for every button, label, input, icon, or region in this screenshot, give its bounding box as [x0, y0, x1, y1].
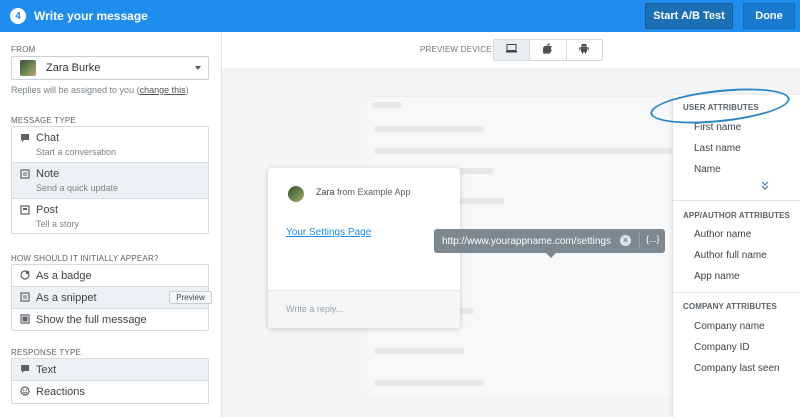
message-type-note[interactable]: Note Send a quick update [12, 163, 208, 199]
author-avatar [288, 186, 304, 202]
note-icon [20, 169, 30, 179]
badge-icon [20, 270, 30, 280]
replies-close: ) [185, 85, 189, 95]
appear-badge-option[interactable]: As a badge [12, 265, 208, 287]
divider [673, 292, 800, 293]
placeholder-bar [372, 102, 402, 108]
card-author-line: Zara from Example App [316, 187, 411, 197]
author-from: from Example App [337, 187, 411, 197]
from-name: Zara Burke [46, 62, 101, 74]
response-text-option[interactable]: Text [12, 359, 208, 381]
change-assignee-link[interactable]: change this [140, 85, 186, 95]
caret-down-icon [195, 66, 201, 70]
placeholder-bar [374, 126, 484, 132]
tooltip-arrow [546, 253, 556, 258]
settings-page-link[interactable]: Your Settings Page [286, 227, 371, 238]
attribute-item[interactable]: Author full name [694, 250, 767, 261]
reply-input[interactable]: Write a reply... [286, 304, 343, 314]
attribute-item[interactable]: Name [694, 164, 721, 175]
clear-link-icon[interactable]: × [620, 235, 631, 246]
message-type-label: MESSAGE TYPE [11, 116, 76, 125]
placeholder-bar [374, 380, 484, 386]
response-reactions-option[interactable]: Reactions [12, 381, 208, 403]
snippet-preview-button[interactable]: Preview [169, 291, 212, 304]
device-android-button[interactable] [567, 40, 602, 60]
author-name: Zara [316, 187, 335, 197]
android-icon [579, 43, 590, 57]
placeholder-bar [374, 148, 674, 154]
app-attributes-header: APP/AUTHOR ATTRIBUTES [683, 211, 790, 220]
appear-full-option[interactable]: Show the full message [12, 309, 208, 331]
message-type-title: Note [36, 168, 60, 180]
snippet-icon [20, 292, 30, 302]
appear-option-label: Show the full message [36, 314, 147, 326]
done-button[interactable]: Done [743, 3, 795, 29]
preview-device-label: PREVIEW DEVICE [420, 45, 492, 54]
message-type-subtitle: Tell a story [36, 219, 80, 229]
message-type-title: Post [36, 204, 59, 216]
from-select[interactable]: Zara Burke [11, 56, 209, 80]
preview-device-switcher [493, 39, 603, 61]
message-settings-panel: FROM Zara Burke Replies will be assigned… [0, 32, 222, 417]
company-attributes-header: COMPANY ATTRIBUTES [683, 302, 777, 311]
desktop-icon [506, 44, 518, 56]
link-url-input[interactable]: http://www.yourappname.com/settings [442, 236, 611, 247]
device-desktop-button[interactable] [494, 40, 531, 60]
reply-footer: Write a reply... [268, 290, 460, 328]
replies-text: Replies will be assigned to you ( [11, 85, 140, 95]
smiley-icon [20, 386, 30, 396]
appear-group: As a badge As a snippet Preview Show the… [11, 264, 212, 331]
insert-attribute-button[interactable]: {...} [646, 234, 660, 244]
placeholder-bar [374, 348, 464, 354]
text-bubble-icon [20, 364, 30, 374]
appear-option-label: As a badge [36, 270, 92, 282]
attribute-item[interactable]: Company name [694, 321, 765, 332]
apple-icon [542, 43, 553, 57]
show-more-icon[interactable] [761, 181, 769, 194]
link-editor-tooltip: http://www.yourappname.com/settings × {.… [434, 229, 665, 258]
top-bar: 4 Write your message Start A/B Test Done [0, 0, 800, 32]
message-type-subtitle: Start a conversation [36, 147, 117, 157]
attributes-dropdown: USER ATTRIBUTES First name Last name Nam… [672, 95, 800, 417]
appear-snippet-option[interactable]: As a snippet Preview [12, 287, 212, 309]
message-type-post[interactable]: Post Tell a story [12, 199, 208, 235]
message-type-chat[interactable]: Chat Start a conversation [12, 127, 208, 163]
message-type-group: Chat Start a conversation Note Send a qu… [11, 126, 209, 234]
attribute-item[interactable]: Last name [694, 143, 741, 154]
message-preview-card: Zara from Example App Your Settings Page… [268, 168, 460, 328]
device-ios-button[interactable] [530, 40, 567, 60]
message-type-title: Chat [36, 132, 60, 144]
replies-note: Replies will be assigned to you (change … [11, 85, 189, 95]
attribute-item[interactable]: Author name [694, 229, 751, 240]
message-type-subtitle: Send a quick update [36, 183, 119, 193]
divider [673, 200, 800, 201]
attribute-item[interactable]: App name [694, 271, 740, 282]
appear-option-label: As a snippet [36, 292, 97, 304]
from-label: FROM [11, 45, 36, 54]
step-badge: 4 [10, 8, 26, 24]
start-ab-test-button[interactable]: Start A/B Test [645, 3, 733, 29]
attribute-item[interactable]: Company ID [694, 342, 750, 353]
appear-label: HOW SHOULD IT INITIALLY APPEAR? [11, 254, 159, 263]
post-icon [20, 205, 30, 215]
response-type-group: Text Reactions [11, 358, 209, 404]
tooltip-divider [639, 233, 640, 249]
response-option-label: Text [36, 364, 57, 376]
avatar [20, 60, 36, 76]
full-message-icon [20, 314, 30, 324]
attribute-item[interactable]: Company last seen [694, 363, 780, 374]
page-title: Write your message [34, 9, 148, 23]
response-option-label: Reactions [36, 386, 85, 398]
response-type-label: RESPONSE TYPE [11, 348, 82, 357]
chat-bubble-icon [20, 133, 30, 143]
attribute-item[interactable]: First name [694, 122, 741, 133]
